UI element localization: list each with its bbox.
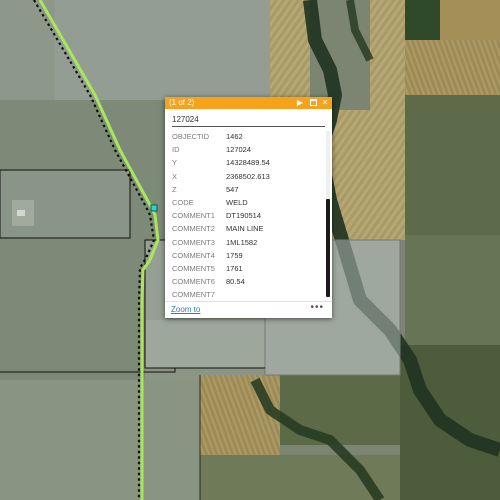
attribute-row: COMMENT6 80.54 xyxy=(172,275,270,288)
attribute-table: OBJECTID 1462 ID 127024 Y 14328489.54 X 2368502… xyxy=(172,130,270,298)
attribute-row: ID 127024 xyxy=(172,143,270,156)
attribute-list[interactable]: OBJECTID 1462 ID 127024 Y 14328489.54 X 2368502… xyxy=(165,130,332,298)
attribute-key: X xyxy=(172,171,178,181)
attribute-key: Y xyxy=(172,158,178,168)
field-e-3 xyxy=(405,235,500,345)
attribute-key: COMMENT7 xyxy=(172,290,215,298)
more-actions-button[interactable]: ••• xyxy=(310,302,324,313)
attribute-value xyxy=(226,288,270,298)
attribute-row: Z 547 xyxy=(172,183,270,196)
attribute-value: 1ML1582 xyxy=(226,237,258,247)
attribute-key: COMMENT4 xyxy=(172,250,215,260)
attribute-key: COMMENT6 xyxy=(172,277,215,287)
attribute-row: X 2368502.613 xyxy=(172,170,270,183)
attribute-value: 1761 xyxy=(226,263,243,273)
attribute-key: OBJECTID xyxy=(172,132,210,142)
attribute-value: 80.54 xyxy=(226,277,245,287)
popup-footer: Zoom to ••• xyxy=(165,301,332,318)
attribute-value: 127024 xyxy=(226,145,252,155)
close-icon[interactable]: ✕ xyxy=(320,97,330,109)
attribute-key: COMMENT2 xyxy=(172,224,215,234)
attribute-value: MAIN LINE xyxy=(226,224,264,234)
attribute-row: COMMENT5 1761 xyxy=(172,262,270,275)
scrollbar-thumb[interactable] xyxy=(326,199,330,297)
field-west xyxy=(0,100,165,380)
attribute-value: 14328489.54 xyxy=(226,158,270,168)
attribute-key: COMMENT1 xyxy=(172,211,215,221)
field-ne-5 xyxy=(440,0,500,40)
popup-title: 127024 xyxy=(172,115,199,124)
field-ne-3 xyxy=(405,40,500,95)
attribute-value: 1462 xyxy=(226,132,243,142)
attribute-value: 547 xyxy=(226,184,239,194)
popup-scrollbar[interactable] xyxy=(326,131,330,297)
field-e-1 xyxy=(405,95,500,235)
field-sw xyxy=(0,380,200,500)
play-icon[interactable]: ▶ xyxy=(295,97,305,109)
attribute-key: Z xyxy=(172,184,177,194)
attribute-value: WELD xyxy=(226,198,248,208)
attribute-row: CODE WELD xyxy=(172,196,270,209)
attribute-key: COMMENT3 xyxy=(172,237,215,247)
attribute-row: COMMENT4 1759 xyxy=(172,249,270,262)
parcel-north[interactable] xyxy=(55,0,270,100)
attribute-popup: (1 of 2) ▶ ✕ 127024 OBJECTID 1462 ID 127024… xyxy=(165,97,332,318)
field-se-1 xyxy=(200,375,280,455)
field-ne-4 xyxy=(405,0,440,40)
attribute-row: COMMENT7 xyxy=(172,288,270,298)
attribute-key: CODE xyxy=(172,198,194,208)
selected-weld-point[interactable] xyxy=(150,204,158,212)
attribute-row: OBJECTID 1462 xyxy=(172,130,270,143)
parcel-west[interactable] xyxy=(0,169,131,239)
attribute-value: 2368502.613 xyxy=(226,171,270,181)
attribute-value: DT190514 xyxy=(226,211,262,221)
attribute-row: COMMENT1 DT190514 xyxy=(172,209,270,222)
attribute-key: COMMENT5 xyxy=(172,263,215,273)
zoom-to-link[interactable]: Zoom to xyxy=(171,305,200,314)
attribute-row: Y 14328489.54 xyxy=(172,156,270,169)
feature-count: (1 of 2) xyxy=(169,98,195,107)
popup-header: (1 of 2) ▶ ✕ xyxy=(165,97,332,109)
field-ne-1 xyxy=(270,0,310,100)
attribute-row: COMMENT2 MAIN LINE xyxy=(172,222,270,235)
attribute-key: ID xyxy=(172,145,180,155)
maximize-icon[interactable] xyxy=(308,97,318,109)
title-divider xyxy=(172,126,325,127)
attribute-value: 1759 xyxy=(226,250,243,260)
attribute-row: COMMENT3 1ML1582 xyxy=(172,236,270,249)
field-ne-2 xyxy=(370,0,405,110)
